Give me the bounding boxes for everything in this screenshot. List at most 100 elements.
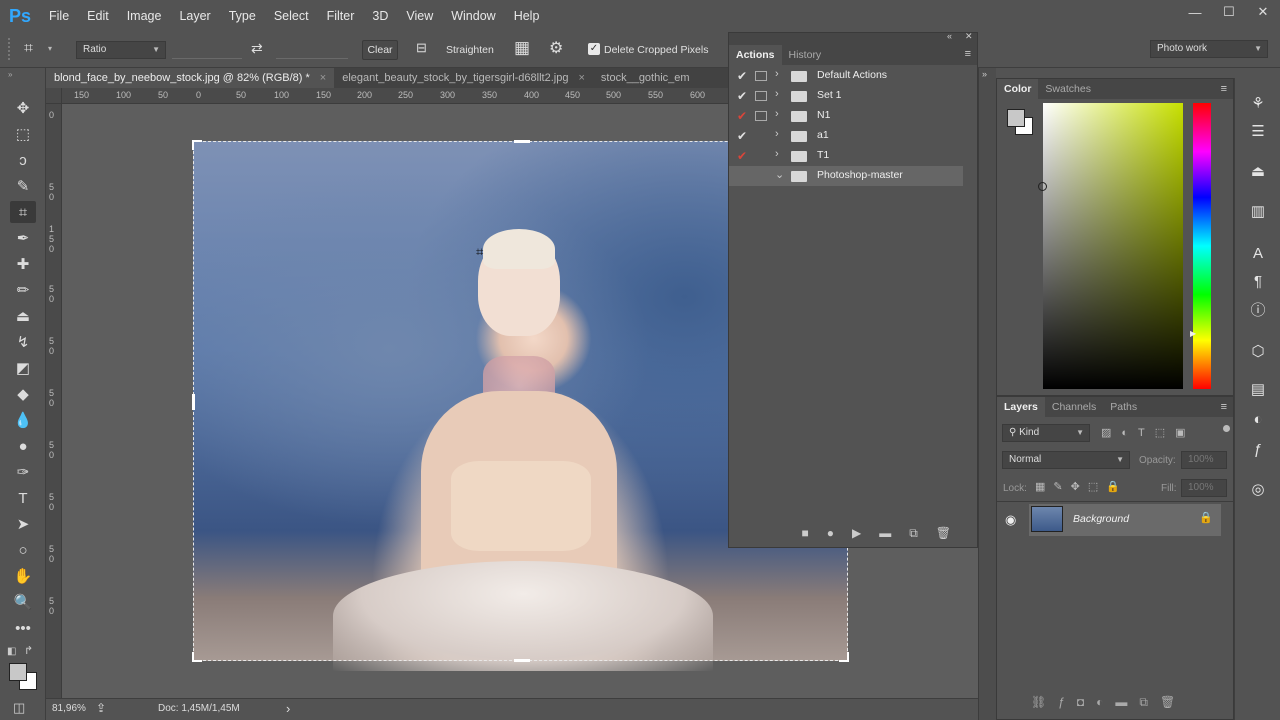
visibility-eye-icon[interactable]: ◉ xyxy=(1005,512,1016,528)
straighten-icon[interactable]: ⊟ xyxy=(416,40,427,56)
histogram-icon[interactable]: ▥ xyxy=(1247,200,1269,222)
adjustments-icon[interactable]: ⚘ xyxy=(1247,92,1269,114)
eyedropper-tool-icon[interactable]: ✒ xyxy=(10,227,36,249)
zoom-level[interactable]: 81,96% xyxy=(52,703,86,714)
quick-mask-icon[interactable]: ◫ xyxy=(13,700,25,716)
crop-handle[interactable] xyxy=(192,652,202,662)
crop-handle[interactable] xyxy=(192,394,195,410)
crop-tool-icon[interactable]: ⌗ xyxy=(24,40,33,58)
panel-menu-icon[interactable]: ≡ xyxy=(965,48,971,60)
delete-cropped-checkbox[interactable]: ✓ xyxy=(588,43,600,55)
pen-tool-icon[interactable]: ✑ xyxy=(10,461,36,483)
menu-window[interactable]: Window xyxy=(442,0,504,32)
action-toggle-checkmark[interactable]: ✔ xyxy=(737,89,747,103)
eraser-tool-icon[interactable]: ◩ xyxy=(10,357,36,379)
marquee-tool-icon[interactable]: ⬚ xyxy=(10,123,36,145)
action-row[interactable]: ⌄ Photoshop-master xyxy=(729,166,963,186)
workspace-select[interactable]: Photo work ▼ xyxy=(1150,40,1268,58)
trash-icon[interactable]: 🗑 xyxy=(936,526,951,540)
clone-stamp-tool-icon[interactable]: ⏏ xyxy=(10,305,36,327)
menu-type[interactable]: Type xyxy=(220,0,265,32)
dialog-toggle-icon[interactable] xyxy=(755,91,767,101)
tab-layers[interactable]: Layers xyxy=(997,397,1045,417)
action-toggle-checkmark[interactable]: ✔ xyxy=(737,109,747,123)
blur-tool-icon[interactable]: 💧 xyxy=(10,409,36,431)
default-colors-icon[interactable]: ◧ xyxy=(7,646,16,657)
hand-tool-icon[interactable]: ✋ xyxy=(10,565,36,587)
crop-handle[interactable] xyxy=(192,140,202,150)
menu-view[interactable]: View xyxy=(397,0,442,32)
info-icon[interactable]: ⓘ xyxy=(1247,298,1269,320)
layer-row-background[interactable]: Background 🔒 xyxy=(1029,504,1221,536)
panel-menu-icon[interactable]: ≡ xyxy=(1221,401,1227,413)
more-tools-icon[interactable]: ••• xyxy=(10,617,36,639)
chevron-right-icon[interactable]: › xyxy=(775,68,779,80)
tab-swatches[interactable]: Swatches xyxy=(1038,79,1098,99)
swap-icon[interactable]: ⇄ xyxy=(251,40,263,57)
action-row[interactable]: ✔ › Set 1 xyxy=(729,86,963,106)
paragraph-icon[interactable]: ¶ xyxy=(1247,270,1269,292)
crop-handle[interactable] xyxy=(514,140,530,143)
layer-filter-icons[interactable]: ▨◐T⬚▣ xyxy=(1101,426,1196,439)
tab-color[interactable]: Color xyxy=(997,79,1039,99)
record-icon[interactable]: ● xyxy=(827,526,834,540)
color-field[interactable] xyxy=(1038,103,1183,389)
navigator-icon[interactable]: ◎ xyxy=(1247,478,1269,500)
menu-select[interactable]: Select xyxy=(265,0,318,32)
filter-toggle-icon[interactable] xyxy=(1223,425,1230,432)
chevron-right-icon[interactable]: › xyxy=(775,88,779,100)
action-toggle-checkmark[interactable]: ✔ xyxy=(737,149,747,163)
action-row[interactable]: ✔ › a1 xyxy=(729,126,963,146)
filter-kind-select[interactable]: ⚲ Kind ▼ xyxy=(1002,424,1090,442)
collapse-toolbar-icon[interactable]: » xyxy=(8,70,12,79)
tool-preset-chevron-icon[interactable]: ▾ xyxy=(48,44,52,53)
gear-icon[interactable]: ⚙ xyxy=(549,38,563,58)
expand-panels-icon[interactable]: » xyxy=(982,69,987,79)
width-field[interactable] xyxy=(172,41,242,59)
overlay-grid-icon[interactable]: ▦ xyxy=(514,38,530,58)
vertical-ruler[interactable]: 0 5 0 1 5 0 5 0 5 0 5 0 5 0 5 0 5 0 5 0 xyxy=(46,104,62,698)
crop-handle[interactable] xyxy=(839,652,849,662)
crop-handle[interactable] xyxy=(514,659,530,662)
menu-filter[interactable]: Filter xyxy=(318,0,364,32)
play-icon[interactable]: ▶ xyxy=(852,526,861,540)
close-icon[interactable]: × xyxy=(578,72,584,84)
status-menu-arrow[interactable]: › xyxy=(286,701,290,716)
height-field[interactable] xyxy=(276,41,348,59)
quick-select-tool-icon[interactable]: ✎ xyxy=(10,175,36,197)
new-set-icon[interactable]: ▬ xyxy=(879,526,891,540)
path-selection-tool-icon[interactable]: ➤ xyxy=(10,513,36,535)
action-toggle-checkmark[interactable]: ✔ xyxy=(737,129,747,143)
fx-icon[interactable]: ƒ xyxy=(1247,438,1269,460)
clone-source-icon[interactable]: ⏏ xyxy=(1247,160,1269,182)
share-icon[interactable]: ⇪ xyxy=(96,701,106,715)
paint-bucket-tool-icon[interactable]: ◆ xyxy=(10,383,36,405)
close-button[interactable]: ✕ xyxy=(1246,0,1280,24)
straighten-label[interactable]: Straighten xyxy=(446,44,494,56)
hue-slider-handle[interactable]: ▶ xyxy=(1190,329,1196,338)
clear-button[interactable]: Clear xyxy=(362,40,398,60)
panel-menu-icon[interactable]: ≡ xyxy=(1221,83,1227,95)
tab-blond-face[interactable]: blond_face_by_neebow_stock.jpg @ 82% (RG… xyxy=(46,68,335,88)
ellipse-tool-icon[interactable]: ○ xyxy=(10,539,36,561)
healing-brush-tool-icon[interactable]: ✚ xyxy=(10,253,36,275)
blend-mode-select[interactable]: Normal ▼ xyxy=(1002,451,1130,469)
tab-gothic[interactable]: stock__gothic_em xyxy=(593,68,698,88)
zoom-tool-icon[interactable]: 🔍 xyxy=(10,591,36,613)
collapse-icon[interactable]: « xyxy=(947,31,952,41)
action-row[interactable]: ✔ › Default Actions xyxy=(729,66,963,86)
close-icon[interactable]: × xyxy=(320,72,326,84)
color-picker-cursor[interactable] xyxy=(1038,182,1047,191)
menu-image[interactable]: Image xyxy=(118,0,171,32)
lasso-tool-icon[interactable]: ↄ xyxy=(10,149,36,171)
dodge-tool-icon[interactable]: ● xyxy=(10,435,36,457)
layers-footer-icons[interactable]: ⛓ƒ◘◐▬⧉🗑 xyxy=(1031,695,1187,710)
action-toggle-checkmark[interactable]: ✔ xyxy=(737,69,747,83)
fill-field[interactable]: 100% xyxy=(1181,479,1227,497)
3d-icon[interactable]: ⬡ xyxy=(1247,340,1269,362)
history-brush-tool-icon[interactable]: ↯ xyxy=(10,331,36,353)
ruler-origin[interactable] xyxy=(46,88,62,104)
tab-elegant-beauty[interactable]: elegant_beauty_stock_by_tigersgirl-d68ll… xyxy=(334,68,593,88)
chevron-right-icon[interactable]: › xyxy=(775,148,779,160)
swap-colors-icon[interactable]: ↱ xyxy=(24,644,33,657)
